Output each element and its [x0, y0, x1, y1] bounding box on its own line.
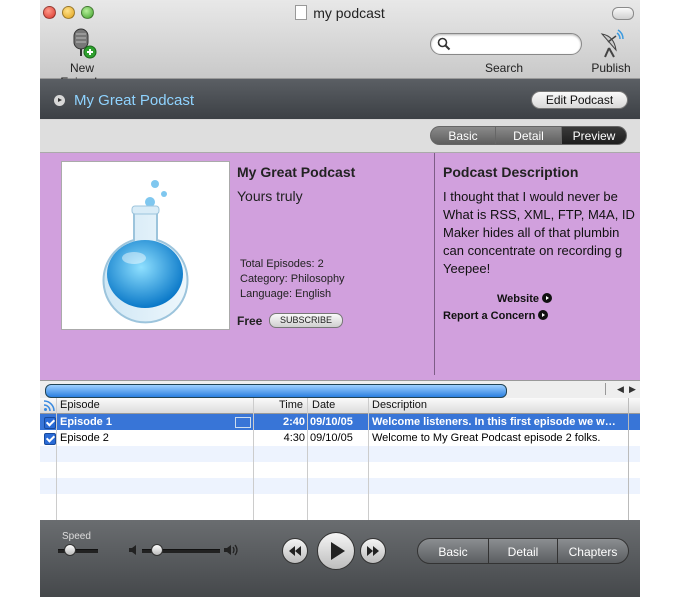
empty-row	[40, 478, 640, 494]
preview-author: Yours truly	[237, 188, 303, 204]
rewind-button[interactable]	[282, 538, 308, 564]
column-header-description[interactable]: Description	[372, 398, 427, 413]
table-header	[40, 398, 640, 414]
document-icon	[295, 5, 308, 20]
speed-label: Speed	[62, 531, 91, 542]
preview-stats: Total Episodes: 2 Category: Philosophy L…	[240, 257, 345, 302]
column-divider	[253, 398, 254, 520]
scroll-end-marker	[605, 383, 616, 395]
player-tab-chapters[interactable]: Chapters	[557, 538, 629, 564]
rss-icon	[43, 400, 55, 412]
podcast-preview-panel: My Great Podcast Yours truly Total Episo…	[40, 153, 640, 380]
website-link[interactable]: Website	[497, 293, 552, 305]
episode-title: Episode 1	[60, 416, 112, 428]
empty-row	[40, 494, 640, 510]
disclosure-triangle-icon[interactable]	[54, 95, 65, 106]
column-divider	[307, 398, 308, 520]
edit-podcast-button[interactable]: Edit Podcast	[531, 91, 628, 109]
speed-slider-knob[interactable]	[64, 544, 76, 556]
fast-forward-icon	[367, 546, 379, 556]
play-icon	[331, 542, 345, 560]
app-window: my podcast New Episode Search	[40, 0, 640, 597]
episode-time: 2:40	[282, 416, 305, 428]
column-divider	[368, 398, 369, 520]
toolbar-toggle-button[interactable]	[612, 7, 634, 20]
volume-slider-knob[interactable]	[151, 544, 163, 556]
play-button[interactable]	[317, 532, 355, 570]
player-bar: Speed Basic Detail Chapters	[40, 520, 640, 597]
empty-row	[40, 446, 640, 462]
category: Category: Philosophy	[240, 273, 345, 285]
arrow-right-icon	[541, 293, 552, 303]
episode-description: Welcome to My Great Podcast episode 2 fo…	[372, 432, 601, 444]
search-icon	[437, 37, 451, 51]
chapter-icon	[235, 417, 251, 428]
flask-icon	[102, 180, 189, 324]
report-concern-label: Report a Concern	[443, 310, 536, 322]
preview-podcast-name: My Great Podcast	[237, 164, 356, 180]
view-mode-bar: Basic Detail Preview	[40, 120, 640, 153]
table-row[interactable]: Episode 1 2:40 09/10/05 Welcome listener…	[40, 414, 640, 430]
toolbar: my podcast New Episode Search	[40, 0, 640, 89]
podcast-artwork	[61, 161, 230, 330]
player-tab-detail[interactable]: Detail	[488, 538, 558, 564]
tab-detail[interactable]: Detail	[495, 126, 562, 145]
scroll-right-arrow-icon[interactable]: ▶	[629, 384, 636, 395]
column-header-date[interactable]: Date	[312, 398, 335, 413]
window-title: my podcast	[40, 5, 640, 21]
episode-description: Welcome listeners. In this first episode…	[372, 416, 616, 428]
price-label: Free	[237, 314, 263, 328]
fast-forward-button[interactable]	[360, 538, 386, 564]
tab-basic[interactable]: Basic	[430, 126, 496, 145]
arrow-right-icon	[538, 310, 549, 320]
publish-label: Publish	[591, 61, 631, 75]
horizontal-scrollbar[interactable]: ◀ ▶	[40, 380, 640, 400]
podcast-title: My Great Podcast	[74, 92, 195, 109]
microphone-add-icon	[73, 28, 97, 59]
column-divider	[56, 398, 57, 520]
preview-divider	[434, 153, 435, 375]
description-text: I thought that I would never be What is …	[443, 189, 635, 276]
episode-date: 09/10/05	[310, 416, 353, 428]
scroll-thumb[interactable]	[45, 384, 507, 398]
vertical-scrollbar[interactable]	[628, 398, 629, 520]
episode-table: Episode Time Date Description Episode 1 …	[40, 398, 640, 520]
satellite-icon	[600, 29, 624, 58]
episode-time: 4:30	[283, 432, 305, 444]
rewind-icon	[289, 546, 301, 556]
window-title-text: my podcast	[313, 5, 385, 21]
episode-title: Episode 2	[60, 432, 109, 444]
tab-preview[interactable]: Preview	[561, 126, 627, 145]
search-input[interactable]	[430, 33, 582, 55]
episode-date: 09/10/05	[310, 432, 353, 444]
description-heading: Podcast Description	[443, 164, 579, 180]
report-concern-link[interactable]: Report a Concern	[443, 310, 549, 322]
publish-button[interactable]: Publish	[588, 26, 634, 75]
column-header-episode[interactable]: Episode	[60, 398, 100, 413]
player-tab-basic[interactable]: Basic	[417, 538, 489, 564]
search-label: Search	[485, 61, 524, 75]
total-episodes: Total Episodes: 2	[240, 258, 324, 270]
column-header-time[interactable]: Time	[279, 398, 303, 413]
volume-high-icon	[224, 544, 238, 556]
language: Language: English	[240, 288, 332, 300]
subscribe-button[interactable]: SUBSCRIBE	[269, 313, 343, 328]
table-row[interactable]: Episode 2 4:30 09/10/05 Welcome to My Gr…	[40, 430, 640, 446]
website-link-label: Website	[497, 293, 539, 305]
volume-low-icon	[129, 545, 136, 555]
empty-row	[40, 462, 640, 478]
scroll-left-arrow-icon[interactable]: ◀	[617, 384, 624, 395]
include-checkbox[interactable]	[44, 433, 56, 445]
include-checkbox[interactable]	[44, 417, 56, 429]
